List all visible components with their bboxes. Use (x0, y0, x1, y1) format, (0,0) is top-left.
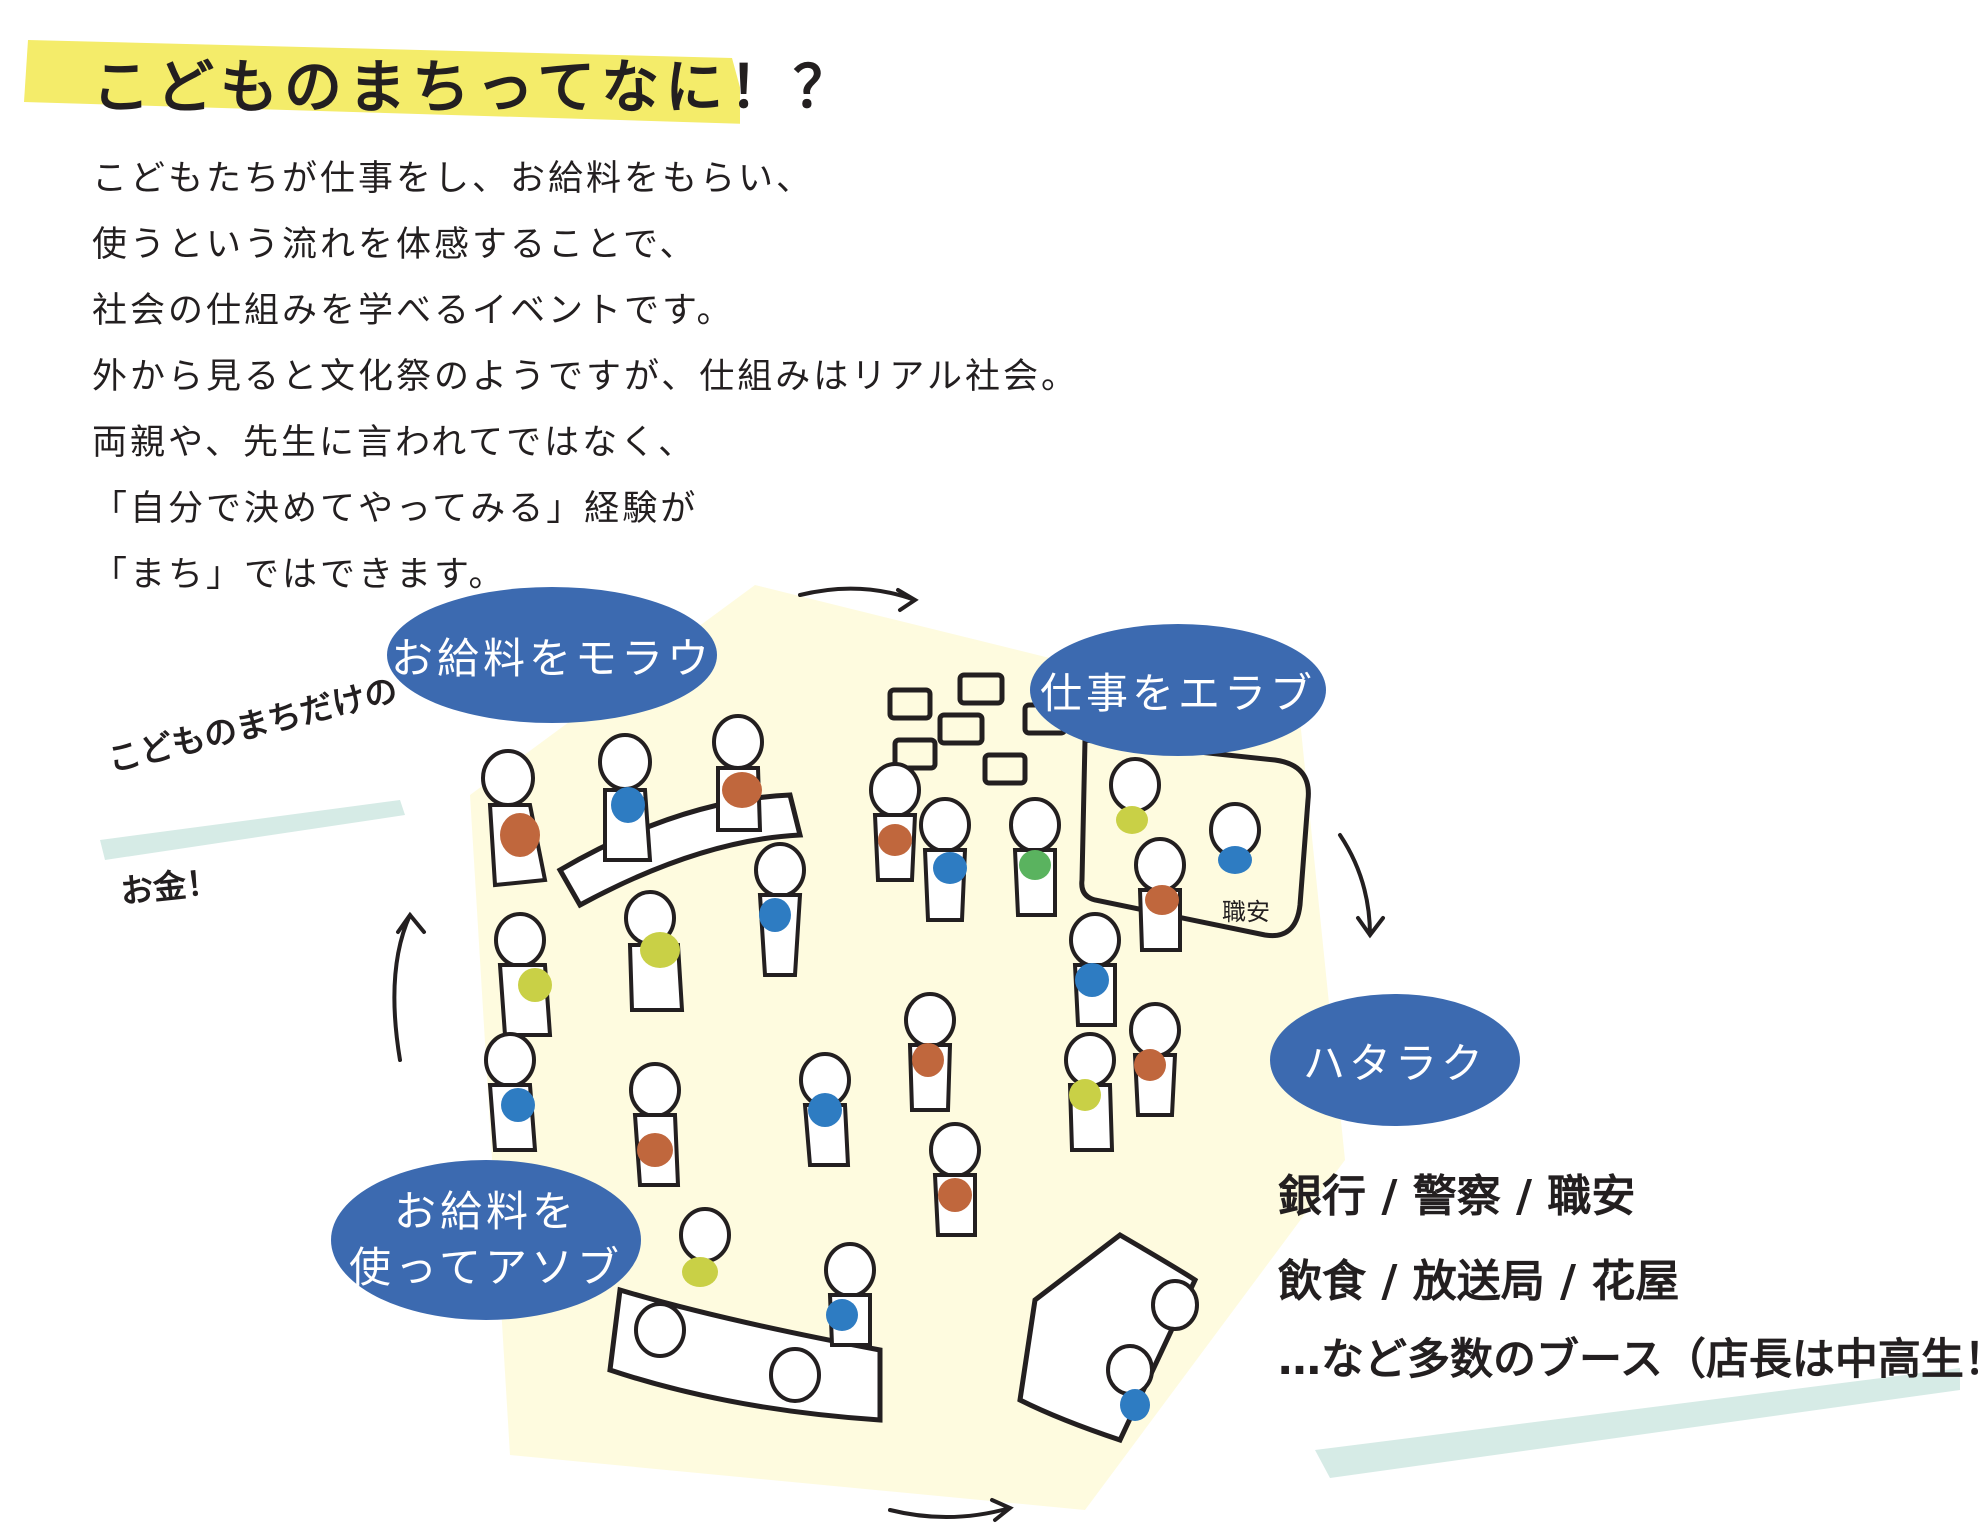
child-figure (869, 762, 921, 882)
booth-list-line2: 飲食 / 放送局 / 花屋 (1278, 1256, 1680, 1307)
child-figure (634, 1302, 686, 1358)
bubble-get-salary: お給料をモラウ (390, 633, 713, 683)
child-figure (598, 733, 653, 862)
cycle-arrow-left (392, 911, 426, 1062)
child-figure (1064, 1032, 1116, 1152)
bubble-use-salary-line2: 使ってアソブ (349, 1243, 623, 1292)
child-figure (1069, 912, 1121, 1027)
employment-office-sign: 職安 (1222, 898, 1270, 926)
child-figure (904, 992, 956, 1112)
child-figure (929, 1122, 981, 1237)
child-figure (1129, 1002, 1181, 1117)
bubble-choose-job: 仕事をエラブ (1039, 668, 1316, 718)
bubble-work: ハタラク (1302, 1038, 1487, 1088)
child-figure (919, 797, 971, 922)
bubble-use-salary: お給料を 使ってアソブ (331, 1160, 641, 1320)
child-figure (824, 1242, 876, 1347)
town-illustration (100, 585, 1960, 1522)
child-figure (712, 714, 764, 832)
child-figure (799, 1052, 851, 1167)
child-figure (754, 842, 806, 977)
bubble-use-salary-line1: お給料を (393, 1187, 578, 1236)
booth-list-line1: 銀行 / 警察 / 職安 (1278, 1171, 1636, 1222)
child-figure (1134, 837, 1186, 952)
child-figure (1151, 1279, 1199, 1331)
child-figure (624, 890, 685, 1012)
note-underline (100, 800, 405, 860)
child-figure (494, 912, 553, 1037)
cycle-arrow-bottom (888, 1498, 1014, 1522)
child-figure (1009, 797, 1061, 917)
booth-list-note: …など多数のブース（店長は中高生！） (1278, 1335, 1988, 1385)
child-figure (769, 1347, 821, 1403)
child-figure (484, 1032, 538, 1152)
cycle-arrow-right (1338, 833, 1385, 939)
